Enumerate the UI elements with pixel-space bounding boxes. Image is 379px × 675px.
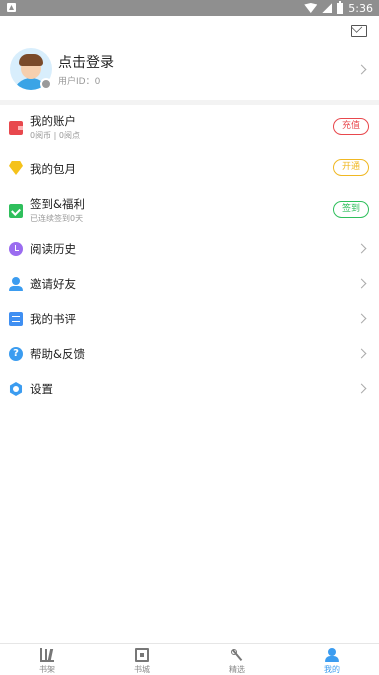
tab-featured[interactable]: 精选 bbox=[190, 644, 284, 675]
checkin-icon bbox=[9, 204, 23, 218]
bookshelf-icon bbox=[40, 648, 54, 662]
clock-icon bbox=[9, 242, 23, 256]
chevron-right-icon bbox=[356, 278, 367, 289]
menu-item-settings[interactable]: 设置 bbox=[0, 372, 379, 406]
tab-bookshelf[interactable]: 书架 bbox=[0, 644, 94, 675]
tab-label: 精选 bbox=[229, 665, 245, 674]
notification-icon bbox=[7, 3, 16, 12]
status-time: 5:36 bbox=[348, 1, 373, 15]
login-prompt[interactable]: 点击登录 bbox=[58, 52, 114, 72]
tab-label: 我的 bbox=[324, 665, 340, 674]
chevron-right-icon bbox=[356, 64, 367, 75]
account-balance: 0阅币 | 0阅点 bbox=[30, 131, 80, 140]
chevron-right-icon bbox=[356, 313, 367, 324]
menu-item-monthly[interactable]: 我的包月 开通 bbox=[0, 151, 379, 185]
tab-mine[interactable]: 我的 bbox=[285, 644, 379, 675]
avatar-badge-icon bbox=[40, 78, 52, 90]
wallet-icon bbox=[9, 121, 23, 135]
tab-bookstore[interactable]: 书城 bbox=[95, 644, 189, 675]
battery-icon bbox=[337, 0, 344, 14]
chevron-right-icon bbox=[356, 383, 367, 394]
wifi-icon bbox=[304, 3, 318, 13]
tab-label: 书城 bbox=[134, 665, 150, 674]
menu-item-label: 邀请好友 bbox=[30, 277, 76, 291]
menu-item-label: 帮助&反馈 bbox=[30, 347, 85, 361]
menu-item-help[interactable]: ? 帮助&反馈 bbox=[0, 337, 379, 371]
menu-item-label: 我的书评 bbox=[30, 312, 76, 326]
menu-item-account[interactable]: 我的账户 0阅币 | 0阅点 充值 bbox=[0, 111, 379, 145]
chevron-right-icon bbox=[356, 243, 367, 254]
mail-icon[interactable] bbox=[351, 25, 367, 37]
menu-item-invite[interactable]: 邀请好友 bbox=[0, 267, 379, 301]
menu-item-label: 设置 bbox=[30, 382, 53, 396]
menu-item-label: 我的包月 bbox=[30, 162, 76, 176]
chevron-right-icon bbox=[356, 348, 367, 359]
featured-icon bbox=[230, 648, 244, 662]
menu-item-checkin[interactable]: 签到&福利 已连续签到0天 签到 bbox=[0, 194, 379, 228]
bottom-tab-bar: 书架 书城 精选 我的 bbox=[0, 643, 379, 675]
status-bar: 5:36 bbox=[0, 0, 379, 16]
section-divider bbox=[0, 100, 379, 105]
signal-icon bbox=[322, 3, 333, 13]
menu-item-label: 阅读历史 bbox=[30, 242, 76, 256]
menu-item-label: 签到&福利 bbox=[30, 197, 85, 211]
profile-header[interactable]: 点击登录 用户ID：0 bbox=[0, 44, 379, 98]
subscribe-button[interactable]: 开通 bbox=[333, 159, 369, 176]
comment-icon bbox=[9, 312, 23, 326]
gear-icon bbox=[9, 382, 23, 396]
bookstore-icon bbox=[135, 648, 149, 662]
status-icons: 5:36 bbox=[304, 0, 373, 15]
profile-icon bbox=[325, 648, 339, 662]
user-id-label: 用户ID：0 bbox=[58, 77, 101, 87]
recharge-button[interactable]: 充值 bbox=[333, 118, 369, 135]
checkin-streak: 已连续签到0天 bbox=[30, 214, 84, 223]
menu-item-history[interactable]: 阅读历史 bbox=[0, 232, 379, 266]
diamond-icon bbox=[9, 161, 23, 175]
menu-item-reviews[interactable]: 我的书评 bbox=[0, 302, 379, 336]
menu-item-label: 我的账户 bbox=[30, 114, 76, 128]
tab-label: 书架 bbox=[39, 665, 55, 674]
help-icon: ? bbox=[9, 347, 23, 361]
checkin-button[interactable]: 签到 bbox=[333, 201, 369, 218]
invite-user-icon bbox=[9, 277, 23, 291]
